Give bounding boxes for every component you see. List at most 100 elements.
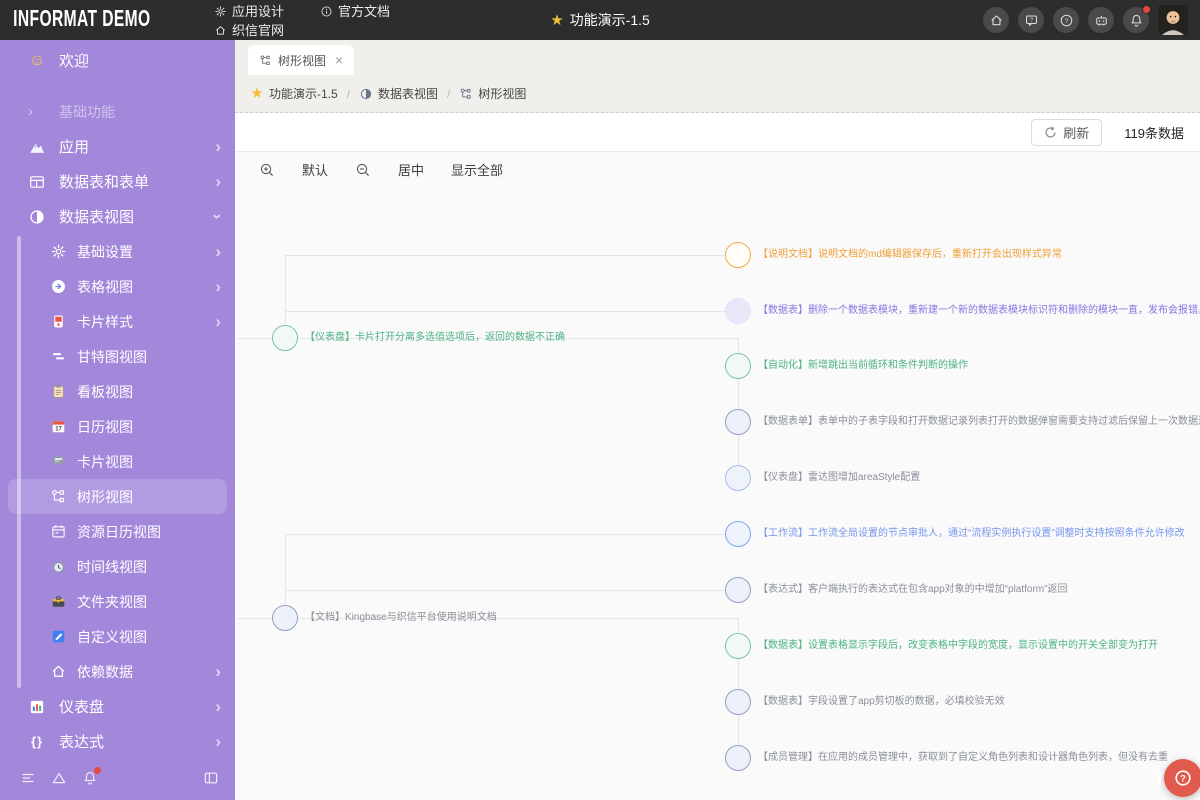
- svg-text:17: 17: [55, 427, 62, 433]
- tree-node-label[interactable]: 【仪表盘】雷达图增加areaStyle配置: [758, 471, 920, 485]
- sidebar-item-apps[interactable]: 应用 ›: [0, 129, 235, 164]
- sidebar-item-welcome[interactable]: ☺ 欢迎: [0, 43, 235, 78]
- sidebar-menu: ☺ 欢迎 › 基础功能应用 › 数据表和表单 › 数据表视图 › 基础设置 › 表格视图 › 卡片样式 › 甘…: [0, 40, 235, 758]
- robot-icon: [1094, 13, 1109, 28]
- show-all-button[interactable]: 显示全部: [451, 160, 503, 179]
- submenu-scroll-indicator[interactable]: [17, 236, 21, 688]
- nav-official-docs[interactable]: 官方文档: [320, 2, 390, 21]
- tree-node-label[interactable]: 【工作流】工作流全局设置的节点审批人，通过“流程实例执行设置”调整时支持按照条件…: [758, 527, 1185, 541]
- home-button[interactable]: [983, 7, 1009, 33]
- tree-node[interactable]: [725, 409, 751, 435]
- collapse-icon: [203, 770, 219, 786]
- breadcrumb-tree-view[interactable]: 树形视图: [459, 85, 526, 102]
- canvas-toolbar: 默认 居中 显示全部: [259, 160, 503, 179]
- content-toolbar: 刷新 119条数据: [235, 113, 1200, 152]
- menu-list-button[interactable]: [20, 770, 36, 786]
- sidebar: ☺ 欢迎 › 基础功能应用 › 数据表和表单 › 数据表视图 › 基础设置 › 表格视图 › 卡片样式 › 甘…: [0, 40, 235, 800]
- sidebar-item-expression[interactable]: {} 表达式 ›: [0, 724, 235, 758]
- sidebar-item-card-view[interactable]: 卡片视图: [0, 444, 235, 479]
- sidebar-item-label: 日历视图: [77, 418, 133, 435]
- user-avatar[interactable]: [1158, 5, 1188, 35]
- zoom-in-icon[interactable]: [259, 162, 275, 178]
- tree-node-label[interactable]: 【数据表】字段设置了app剪切板的数据，必填校验无效: [758, 695, 1005, 709]
- tree-node[interactable]: [725, 633, 751, 659]
- tree-node-label[interactable]: 【说明文档】说明文档的md编辑器保存后，重新打开会出现样式异常: [758, 248, 1062, 262]
- clipboard-icon: [50, 383, 67, 400]
- refresh-button[interactable]: 刷新: [1031, 118, 1103, 146]
- tree-edge: [285, 255, 286, 325]
- sidebar-item-dependent-data[interactable]: 依赖数据 ›: [0, 654, 235, 689]
- sidebar-item-custom-view[interactable]: 自定义视图: [0, 619, 235, 654]
- tree-node[interactable]: [725, 353, 751, 379]
- tree-node[interactable]: [272, 605, 298, 631]
- sidebar-item-gantt-view[interactable]: 甘特图视图: [0, 339, 235, 374]
- tree-node[interactable]: [272, 325, 298, 351]
- info-icon: [320, 5, 333, 18]
- nav-zhixin-site[interactable]: 织信官网: [214, 21, 284, 40]
- nav-app-design[interactable]: 应用设计: [214, 2, 284, 21]
- tab-tree-view[interactable]: 树形视图 ×: [248, 45, 355, 75]
- notifications-button[interactable]: [1123, 5, 1151, 33]
- tree-node[interactable]: [725, 689, 751, 715]
- sidebar-item-tree-view[interactable]: 树形视图: [8, 479, 227, 514]
- nav-label: 应用设计: [232, 3, 285, 19]
- announcements-button[interactable]: [82, 767, 101, 786]
- sidebar-item-label: 表格视图: [77, 278, 133, 295]
- star-icon: ★: [250, 85, 264, 102]
- sidebar-item-basic-settings[interactable]: 基础设置 ›: [0, 234, 235, 269]
- tree-node-label[interactable]: 【表达式】客户端执行的表达式在包含app对象的中增加“platform”返回: [758, 583, 1067, 597]
- sidebar-item-label: 基础功能: [59, 103, 115, 120]
- sidebar-item-dashboard[interactable]: 仪表盘 ›: [0, 689, 235, 724]
- tree-node[interactable]: [725, 577, 751, 603]
- sidebar-item-calendar-view[interactable]: 17 日历视图: [0, 409, 235, 444]
- home-icon: [214, 24, 227, 37]
- close-icon[interactable]: ×: [335, 53, 343, 67]
- sidebar-item-timeline-view[interactable]: 时间线视图: [0, 549, 235, 584]
- tree-node[interactable]: [725, 465, 751, 491]
- tree-node-label[interactable]: 【自动化】新增跳出当前循环和条件判断的操作: [758, 359, 968, 373]
- tree-node[interactable]: [725, 298, 751, 324]
- current-app-title[interactable]: ★ 功能演示-1.5: [550, 0, 650, 40]
- chevron-right-icon: ›: [215, 277, 221, 296]
- tree-node[interactable]: [725, 745, 751, 771]
- zoom-out-icon[interactable]: [355, 162, 371, 178]
- tree-node-label[interactable]: 【成员管理】在应用的成员管理中，获取到了自定义角色列表和设计器角色列表，但没有去…: [758, 751, 1168, 765]
- sidebar-item-resource-calendar-view[interactable]: 资源日历视图: [0, 514, 235, 549]
- breadcrumb-label: 树形视图: [478, 87, 527, 101]
- help-floating-button[interactable]: ?: [1158, 759, 1200, 797]
- chevron-right-icon: ›: [215, 172, 221, 191]
- sidebar-item-folder-view[interactable]: 文件夹视图: [0, 584, 235, 619]
- sidebar-item-tables-forms[interactable]: 数据表和表单 ›: [0, 164, 235, 199]
- sidebar-item-table-views[interactable]: 数据表视图 ›: [0, 199, 235, 234]
- tab-label: 树形视图: [278, 53, 327, 68]
- sidebar-item-card-style[interactable]: 卡片样式 ›: [0, 304, 235, 339]
- tree-node-label[interactable]: 【仪表盘】卡片打开分离多选值选项后，返回的数据不正确: [305, 331, 565, 345]
- sidebar-item-basic-functions[interactable]: › 基础功能: [0, 94, 235, 129]
- breadcrumb-table-view[interactable]: 数据表视图: [359, 85, 438, 102]
- table-icon: [28, 173, 46, 191]
- calendar-17-icon: 17: [50, 418, 67, 435]
- help-button[interactable]: ?: [1053, 7, 1079, 33]
- sidebar-item-kanban-view[interactable]: 看板视图: [0, 374, 235, 409]
- assistant-button[interactable]: [1088, 7, 1114, 33]
- tree-node[interactable]: [725, 242, 751, 268]
- svg-text:?: ?: [1180, 773, 1186, 783]
- tree-node-label[interactable]: 【数据表单】表单中的子表字段和打开数据记录列表打开的数据弹窗需要支持过滤后保留上…: [758, 415, 1200, 429]
- tree-node-label[interactable]: 【数据表】删除一个数据表模块，重新建一个新的数据表模块标识符和删除的模块一直，发…: [758, 304, 1200, 318]
- braces-icon: {}: [30, 734, 44, 749]
- warning-button[interactable]: [51, 770, 67, 786]
- zoom-default-button[interactable]: 默认: [302, 160, 328, 179]
- tree-edge: [285, 255, 725, 256]
- breadcrumb-app[interactable]: ★ 功能演示-1.5: [250, 85, 337, 102]
- home-line-icon: [50, 663, 67, 680]
- sidebar-item-label: 依赖数据: [77, 663, 133, 680]
- tree-node-label[interactable]: 【文档】Kingbase与织信平台使用说明文档: [305, 611, 497, 625]
- chevron-right-icon: ›: [215, 697, 221, 716]
- chevron-right-icon: ›: [28, 103, 33, 120]
- feedback-button[interactable]: ?: [1018, 7, 1044, 33]
- tree-node-label[interactable]: 【数据表】设置表格显示字段后，改变表格中字段的宽度，显示设置中的开关全部变为打开: [758, 639, 1158, 653]
- tree-node[interactable]: [725, 521, 751, 547]
- collapse-sidebar-button[interactable]: [203, 770, 219, 786]
- center-button[interactable]: 居中: [398, 160, 424, 179]
- sidebar-item-grid-view[interactable]: 表格视图 ›: [0, 269, 235, 304]
